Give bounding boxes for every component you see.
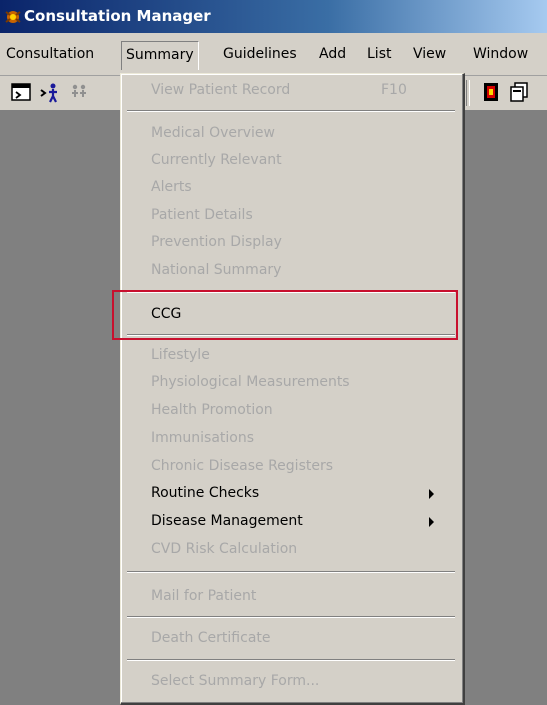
copy-windows-icon[interactable] <box>508 81 530 103</box>
menu-separator <box>127 616 455 618</box>
menu-summary[interactable]: Summary <box>121 41 199 70</box>
menu-separator <box>127 110 455 112</box>
menu-item-cvd-risk-calculation: CVD Risk Calculation <box>151 541 298 557</box>
menu-item-lifestyle: Lifestyle <box>151 347 210 363</box>
menu-item-view-patient-record: View Patient Record F10 <box>151 82 407 98</box>
window-title: Consultation Manager <box>24 7 211 25</box>
menu-item-select-summary-form: Select Summary Form... <box>151 673 320 689</box>
menu-view[interactable]: View <box>409 43 450 65</box>
summary-dropdown-menu: View Patient Record F10 Medical Overview… <box>120 73 465 705</box>
submenu-arrow-icon <box>429 489 434 499</box>
menu-item-label: View Patient Record <box>151 82 291 98</box>
title-bar: Consultation Manager <box>0 0 547 33</box>
menu-item-mail-for-patient: Mail for Patient <box>151 588 257 604</box>
menu-item-alerts: Alerts <box>151 179 192 195</box>
menu-item-medical-overview: Medical Overview <box>151 125 275 141</box>
menu-item-physiological-measurements: Physiological Measurements <box>151 374 350 390</box>
menu-separator <box>127 571 455 573</box>
consultation-list-icon[interactable] <box>10 81 32 103</box>
menu-item-chronic-disease-registers: Chronic Disease Registers <box>151 458 334 474</box>
menu-window[interactable]: Window <box>469 43 532 65</box>
menu-item-currently-relevant: Currently Relevant <box>151 152 282 168</box>
submenu-arrow-icon <box>429 517 434 527</box>
menu-item-patient-details: Patient Details <box>151 207 253 223</box>
menu-consultation[interactable]: Consultation <box>2 43 98 65</box>
menu-separator <box>127 659 455 661</box>
menu-item-disease-management[interactable]: Disease Management <box>151 513 303 529</box>
menu-item-health-promotion: Health Promotion <box>151 402 273 418</box>
menu-bar: Consultation Summary Guidelines Add List… <box>0 33 547 76</box>
toolbar-separator <box>466 80 470 106</box>
menu-guidelines[interactable]: Guidelines <box>219 43 301 65</box>
family-icon[interactable] <box>68 81 90 103</box>
menu-item-immunisations: Immunisations <box>151 430 255 446</box>
next-patient-icon[interactable] <box>40 81 62 103</box>
menu-list[interactable]: List <box>363 43 395 65</box>
menu-item-routine-checks[interactable]: Routine Checks <box>151 485 259 501</box>
menu-item-national-summary: National Summary <box>151 262 282 278</box>
menu-item-prevention-display: Prevention Display <box>151 234 282 250</box>
ccg-highlight-box <box>112 290 458 340</box>
app-logo-icon <box>5 11 21 23</box>
notes-book-icon[interactable] <box>480 81 502 103</box>
menu-add[interactable]: Add <box>315 43 350 65</box>
menu-item-death-certificate: Death Certificate <box>151 630 271 646</box>
shortcut-label: F10 <box>381 82 407 98</box>
